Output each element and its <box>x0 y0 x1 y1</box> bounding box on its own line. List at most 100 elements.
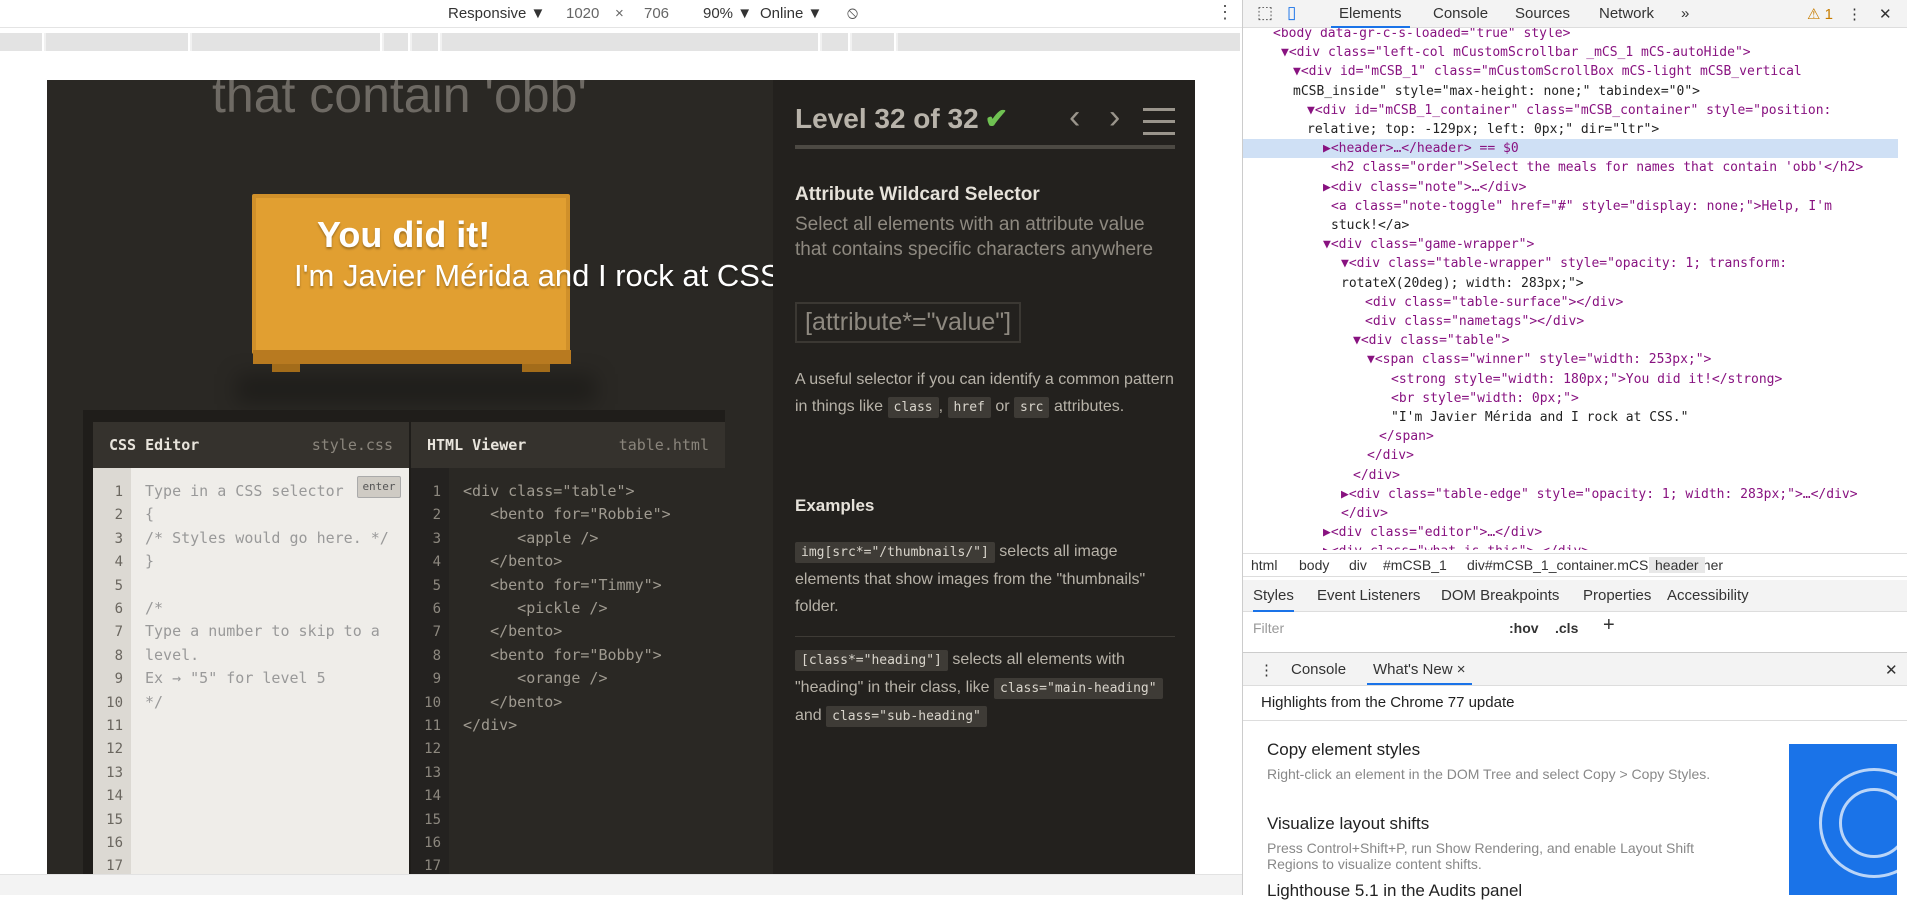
styles-tab[interactable]: Styles <box>1253 587 1294 612</box>
next-level-icon[interactable]: › <box>1109 98 1120 137</box>
line-number: 5 <box>114 577 123 594</box>
level-indicator: Level 32 of 32 ✔ <box>795 103 1009 134</box>
line-number: 6 <box>114 601 123 617</box>
zoom-select[interactable]: 90% ▼ <box>703 5 752 22</box>
prev-level-icon[interactable]: ‹ <box>1069 98 1080 137</box>
drawer-tab-console[interactable]: Console <box>1291 661 1346 678</box>
selector-syntax: [attribute*="value"] <box>795 302 1022 343</box>
styles-tab[interactable]: DOM Breakpoints <box>1441 587 1559 604</box>
breadcrumb-item[interactable]: div <box>1349 557 1367 573</box>
dom-node[interactable]: ▼<div id="mCSB_1_container" class="mCSB_… <box>1307 101 1831 120</box>
styles-tab[interactable]: Event Listeners <box>1317 587 1420 604</box>
breadcrumb-item[interactable]: html <box>1251 557 1277 573</box>
dom-node[interactable]: <a class="note-toggle" href="#" style="d… <box>1331 197 1832 216</box>
dom-node[interactable]: ▼<div class="table-wrapper" style="opaci… <box>1341 254 1787 273</box>
drawer-tab-whats-new[interactable]: What's New × <box>1367 661 1472 685</box>
line-number: 17 <box>424 858 441 874</box>
dom-node[interactable]: ▼<div class="left-col mCustomScrollbar _… <box>1281 43 1751 62</box>
line-number: 3 <box>432 530 441 547</box>
level-sidebar: Level 32 of 32 ✔ ‹ › Attribute Wildcard S… <box>773 80 1195 874</box>
dom-node[interactable]: <div class="nametags"></div> <box>1365 312 1584 331</box>
tab-elements[interactable]: Elements <box>1331 5 1410 28</box>
new-rule-button[interactable]: + <box>1603 614 1615 637</box>
code-line: <bento for="Timmy"> <box>463 575 662 594</box>
dom-node[interactable]: </span> <box>1379 427 1434 446</box>
dom-node[interactable]: <strong style="width: 180px;">You did it… <box>1391 370 1782 389</box>
styles-tab[interactable]: Properties <box>1583 587 1651 604</box>
breadcrumb-item[interactable]: body <box>1299 557 1329 573</box>
dom-node[interactable]: ▶<div class="note">…</div> <box>1323 178 1527 197</box>
order-heading: that contain 'obb' <box>212 80 587 123</box>
enter-button[interactable]: enter <box>357 476 401 498</box>
hov-toggle[interactable]: :hov <box>1509 620 1539 636</box>
code-line: <div class="table"> <box>463 482 635 500</box>
dom-node[interactable]: ▼<div class="table"> <box>1353 331 1510 350</box>
whats-new-item-title[interactable]: Visualize layout shifts <box>1267 814 1429 834</box>
line-number: 8 <box>432 647 441 664</box>
line-number: 2 <box>432 507 441 524</box>
cls-toggle[interactable]: .cls <box>1555 620 1578 636</box>
css-editor: CSS Editor style.css 1 2 3 4 5 6 7 8 9 10 11 12 13 14 1… <box>93 422 409 874</box>
styles-tab[interactable]: Accessibility <box>1667 587 1749 604</box>
dom-tree[interactable]: <body data-gr-c-s-loaded="true" style> ▼<… <box>1243 28 1898 550</box>
line-number: 1 <box>432 484 441 500</box>
dom-node[interactable]: ▶<div class="table-edge" style="opacity:… <box>1341 485 1858 504</box>
media-query-ruler[interactable] <box>0 33 1242 51</box>
dom-node[interactable]: <div class="table-surface"></div> <box>1365 293 1623 312</box>
styles-filter-input[interactable]: Filter <box>1251 618 1451 640</box>
viewport-resize-bar[interactable] <box>0 874 1242 895</box>
device-select[interactable]: Responsive ▼ <box>448 5 545 22</box>
warnings-badge[interactable]: ⚠ 1 <box>1807 5 1833 23</box>
whats-new-item-title[interactable]: Copy element styles <box>1267 740 1420 760</box>
css-input[interactable]: Type in a CSS selector <box>145 482 344 500</box>
example-1: img[src*="/thumbnails/"] selects all ima… <box>795 542 1146 615</box>
tab-console[interactable]: Console <box>1433 5 1488 22</box>
inspect-icon[interactable]: ⬚ <box>1257 3 1273 23</box>
tab-sources[interactable]: Sources <box>1515 5 1570 22</box>
width-input[interactable]: 1020 <box>566 5 599 22</box>
dom-node[interactable]: ▶<div class="what-is-this">…</div> <box>1323 542 1589 550</box>
dom-node[interactable]: ▼<div class="game-wrapper"> <box>1323 235 1534 254</box>
drawer-menu-icon[interactable]: ⋮ <box>1259 661 1274 679</box>
dom-node[interactable]: </div> <box>1367 446 1414 465</box>
dom-node[interactable]: <br style="width: 0px;"> <box>1391 389 1579 408</box>
more-tabs-icon[interactable]: » <box>1681 5 1689 22</box>
line-number: 4 <box>114 554 123 571</box>
html-viewer: HTML Viewer table.html 1 2 3 4 5 6 7 8 9 10 11 12 13 1… <box>411 422 725 874</box>
game-page: that contain 'obb' You did it! I'm Javie… <box>47 80 1195 874</box>
close-devtools-icon[interactable]: ✕ <box>1879 5 1892 23</box>
dom-node[interactable]: </div> <box>1341 504 1388 523</box>
dom-node[interactable]: ▶<header>…</header> == $0 <box>1243 139 1898 159</box>
tab-network[interactable]: Network <box>1599 5 1654 22</box>
whats-new-item-title[interactable]: Lighthouse 5.1 in the Audits panel <box>1267 881 1522 901</box>
dom-node[interactable]: ▶<div class="editor">…</div> <box>1323 523 1542 542</box>
dom-node[interactable]: relative; top: -129px; left: 0px;" dir="… <box>1307 120 1659 139</box>
line-number: 12 <box>106 741 123 758</box>
height-input[interactable]: 706 <box>644 5 669 22</box>
breadcrumb-item[interactable]: header <box>1649 557 1705 573</box>
breadcrumb-item[interactable]: #mCSB_1 <box>1383 557 1447 573</box>
dom-node[interactable]: stuck!</a> <box>1331 216 1409 235</box>
code-line: <orange /> <box>463 669 608 688</box>
css-file-name: style.css <box>311 436 393 454</box>
level-progress <box>795 145 1175 149</box>
more-icon[interactable]: ⋮ <box>1216 2 1234 23</box>
device-toggle-icon[interactable]: ▯ <box>1287 3 1296 23</box>
dom-node[interactable]: ▼<div id="mCSB_1" class="mCustomScrollBo… <box>1293 62 1802 81</box>
close-drawer-icon[interactable]: ✕ <box>1885 661 1898 679</box>
line-number: 17 <box>106 858 123 874</box>
line-number: 3 <box>114 530 123 547</box>
dom-node[interactable]: </div> <box>1353 466 1400 485</box>
dom-node[interactable]: <h2 class="order">Select the meals for n… <box>1331 158 1863 177</box>
breadcrumb: html body div #mCSB_1 div#mCSB_1_container.m… <box>1243 553 1907 577</box>
dom-node[interactable]: ▼<span class="winner" style="width: 253p… <box>1367 350 1711 369</box>
dom-node[interactable]: mCSB_inside" style="max-height: none;" t… <box>1293 82 1700 101</box>
dom-node[interactable]: rotateX(20deg); width: 283px;"> <box>1341 274 1584 293</box>
examples-title: Examples <box>795 496 875 515</box>
rotate-icon[interactable]: ⦸ <box>847 3 858 23</box>
devtools-menu-icon[interactable]: ⋮ <box>1847 5 1862 23</box>
throttle-select[interactable]: Online ▼ <box>760 5 822 22</box>
level-menu-icon[interactable] <box>1143 108 1175 135</box>
dom-node[interactable]: <body data-gr-c-s-loaded="true" style> <box>1273 28 1570 43</box>
dom-node[interactable]: "I'm Javier Mérida and I rock at CSS." <box>1391 408 1688 427</box>
